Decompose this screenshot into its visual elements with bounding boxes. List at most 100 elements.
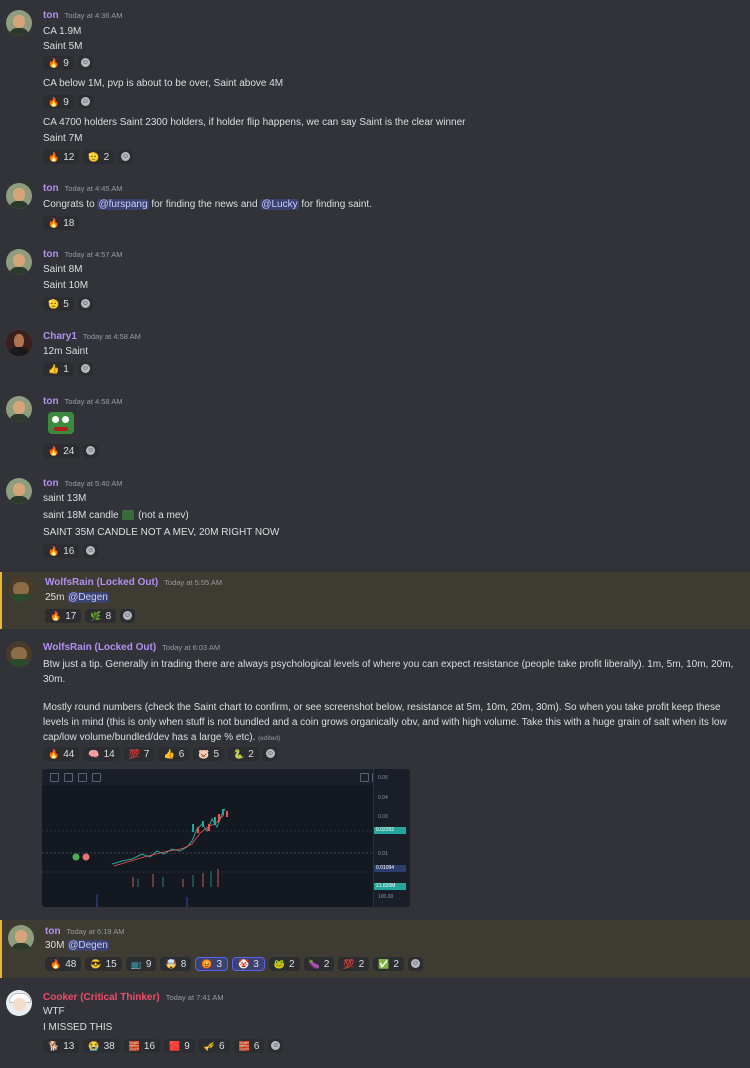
- add-reaction-button[interactable]: ☺: [268, 1039, 284, 1053]
- add-reaction-button[interactable]: ☺: [120, 609, 136, 623]
- avatar[interactable]: [6, 990, 32, 1016]
- message-text: 25m @Degen: [45, 592, 109, 603]
- reaction-row: 🐕 13 😭 38 🧱 16 🟥 9 🎺 6 🧱 6 ☺: [43, 1039, 287, 1053]
- price-label: 0.02392: [374, 827, 406, 834]
- reaction[interactable]: 😎 15: [85, 957, 122, 971]
- timestamp: Today at 5:40 AM: [64, 479, 123, 488]
- message-text: 30M @Degen: [45, 940, 109, 951]
- timestamp: Today at 4:57 AM: [64, 250, 123, 259]
- reaction[interactable]: 🔥 12: [43, 150, 80, 164]
- reaction[interactable]: 🔥 9: [43, 56, 74, 70]
- add-reaction-button[interactable]: ☺: [118, 150, 134, 164]
- reaction[interactable]: 💯 2: [338, 957, 370, 971]
- avatar[interactable]: [8, 576, 34, 602]
- reaction[interactable]: 🔥 48: [45, 957, 82, 971]
- user-mention[interactable]: @Degen: [67, 592, 109, 603]
- user-mention[interactable]: @Lucky: [260, 199, 299, 210]
- reaction[interactable]: 👍 1: [43, 362, 74, 376]
- timestamp: Today at 4:58 AM: [64, 397, 123, 406]
- reaction[interactable]: 🔥 17: [45, 609, 82, 623]
- avatar[interactable]: [6, 330, 32, 356]
- reaction-row: 🔥 44 🧠 14 💯 7 👍 6 🐷 5 🐍 2 ☺: [43, 747, 282, 761]
- message-header: Cooker (Critical Thinker) Today at 7:41 A…: [43, 992, 224, 1003]
- message: ton Today at 4:36 AM CA 1.9M Saint 5M 🔥 9 ☺…: [0, 0, 750, 172]
- reaction[interactable]: 📺 9: [125, 957, 157, 971]
- add-reaction-button[interactable]: ☺: [77, 297, 93, 311]
- reaction[interactable]: 🍆 2: [303, 957, 335, 971]
- username[interactable]: ton: [43, 478, 59, 489]
- axis-tick-label: 0.05: [378, 775, 388, 781]
- reaction[interactable]: 🐸 2: [268, 957, 300, 971]
- username[interactable]: ton: [43, 183, 59, 194]
- add-reaction-button[interactable]: ☺: [83, 444, 99, 458]
- timestamp: Today at 4:45 AM: [64, 184, 123, 193]
- add-reaction-button[interactable]: ☺: [77, 56, 93, 70]
- reaction[interactable]: 🐍 2: [228, 747, 259, 761]
- reaction[interactable]: 🎺 6: [198, 1039, 230, 1053]
- reaction[interactable]: 👍 6: [158, 747, 190, 761]
- reaction[interactable]: 🤯 8: [160, 957, 192, 971]
- add-reaction-button[interactable]: ☺: [407, 957, 423, 971]
- message-text: saint 13M: [43, 493, 87, 504]
- reaction[interactable]: 🔥 18: [43, 216, 80, 230]
- message-text: SAINT 35M CANDLE NOT A MEV, 20M RIGHT NO…: [43, 527, 280, 538]
- username[interactable]: ton: [45, 926, 61, 937]
- message-header: Chary1 Today at 4:58 AM: [43, 331, 141, 342]
- reaction[interactable]: 🔥 16: [43, 544, 80, 558]
- reaction[interactable]: ✅ 2: [373, 957, 404, 971]
- reaction-selected[interactable]: 😡 3: [195, 957, 229, 971]
- avatar[interactable]: [6, 478, 32, 504]
- reaction[interactable]: 🐕 13: [43, 1039, 80, 1053]
- reaction[interactable]: 🧠 14: [83, 747, 120, 761]
- username[interactable]: ton: [43, 10, 59, 21]
- username[interactable]: ton: [43, 249, 59, 260]
- avatar[interactable]: [6, 396, 32, 422]
- frog-sticker[interactable]: [48, 412, 74, 434]
- username[interactable]: WolfsRain (Locked Out): [45, 577, 158, 588]
- username[interactable]: Cooker (Critical Thinker): [43, 992, 160, 1003]
- avatar[interactable]: [6, 10, 32, 36]
- volume-label: 21.820M: [374, 883, 406, 890]
- username[interactable]: Chary1: [43, 331, 77, 342]
- username[interactable]: WolfsRain (Locked Out): [43, 642, 156, 653]
- edited-label: (edited): [258, 735, 281, 742]
- message: ton Today at 4:57 AM Saint 8M Saint 10M 🫡…: [0, 238, 750, 320]
- message-text: 12m Saint: [43, 346, 89, 357]
- reaction-row: 🔥 18: [43, 216, 83, 230]
- avatar[interactable]: [6, 249, 32, 275]
- avatar[interactable]: [6, 183, 32, 209]
- user-mention[interactable]: @Degen: [67, 940, 109, 951]
- message-text: Mostly round numbers (check the Saint ch…: [43, 702, 727, 743]
- reaction[interactable]: 🌿 8: [85, 609, 117, 623]
- message-text: I MISSED THIS: [43, 1022, 113, 1033]
- add-reaction-button[interactable]: ☺: [77, 362, 93, 376]
- reaction[interactable]: 😭 38: [83, 1039, 120, 1053]
- axis-tick-label: 0.01: [378, 851, 388, 857]
- add-reaction-button[interactable]: ☺: [262, 747, 278, 761]
- reaction[interactable]: 🫡 2: [83, 150, 115, 164]
- username[interactable]: ton: [43, 396, 59, 407]
- reaction[interactable]: 🐷 5: [193, 747, 225, 761]
- message-header: ton Today at 4:45 AM: [43, 183, 123, 194]
- add-reaction-icon: ☺: [121, 151, 131, 161]
- add-reaction-button[interactable]: ☺: [83, 544, 99, 558]
- reaction[interactable]: 💯 7: [123, 747, 155, 761]
- message-text: Saint 5M: [43, 41, 83, 52]
- add-reaction-button[interactable]: ☺: [77, 95, 93, 109]
- avatar[interactable]: [6, 641, 32, 667]
- reaction[interactable]: 🔥 24: [43, 444, 80, 458]
- timestamp: Today at 6:03 AM: [162, 643, 221, 652]
- reaction-selected[interactable]: 🤡 3: [232, 957, 265, 971]
- avatar[interactable]: [8, 925, 34, 951]
- reaction[interactable]: 🔥 44: [43, 747, 80, 761]
- reaction[interactable]: 🟥 9: [164, 1039, 195, 1053]
- price-axis: 0.05 0.04 0.03 0.02392 0.01 0.01094 21.8…: [373, 769, 410, 907]
- reaction-row: 🔥 9 ☺: [43, 56, 97, 70]
- reaction[interactable]: 🧱 16: [123, 1039, 161, 1053]
- message-text: Saint 8M: [43, 264, 83, 275]
- reaction[interactable]: 🫡 5: [43, 297, 74, 311]
- reaction[interactable]: 🧱 6: [233, 1039, 265, 1053]
- chart-screenshot-attachment[interactable]: 0.05 0.04 0.03 0.02392 0.01 0.01094 21.8…: [42, 769, 410, 907]
- reaction[interactable]: 🔥 9: [43, 95, 74, 109]
- user-mention[interactable]: @furspang: [97, 199, 149, 210]
